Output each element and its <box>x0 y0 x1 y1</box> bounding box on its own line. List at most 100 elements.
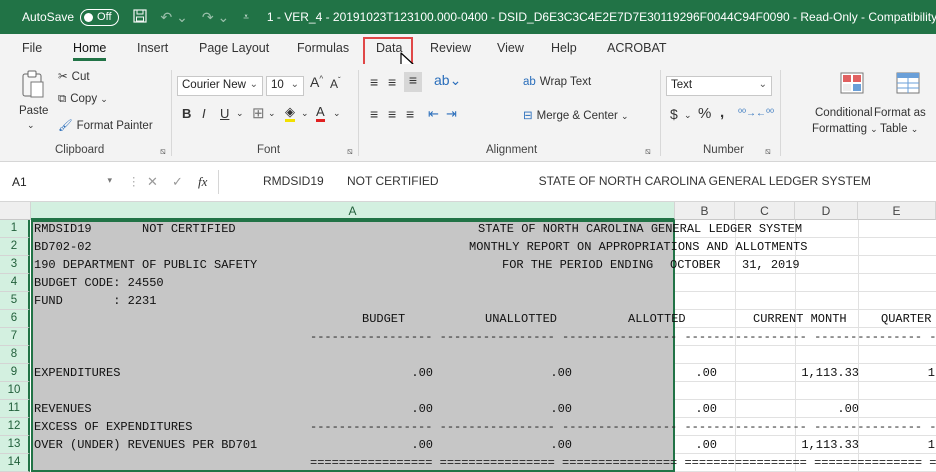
row-header[interactable]: 7 <box>0 328 30 346</box>
paste-dropdown-icon[interactable]: ⌄ <box>27 120 35 131</box>
cancel-entry-icon[interactable]: ✕ <box>147 174 158 190</box>
column-header-a[interactable]: A <box>31 202 675 220</box>
chevron-down-icon[interactable]: ⌄ <box>333 108 341 119</box>
wrap-text-button[interactable]: ab Wrap Text <box>523 76 591 88</box>
row-header[interactable]: 12 <box>0 418 30 436</box>
customize-toolbar-icon[interactable]: ⩡ <box>243 12 249 23</box>
font-launcher-icon[interactable]: ⧅ <box>347 146 353 157</box>
comma-style-icon[interactable]: , <box>720 104 724 121</box>
save-icon[interactable] <box>132 8 147 26</box>
row-header[interactable]: 13 <box>0 436 30 454</box>
undo-icon[interactable]: ↶ ⌄ <box>161 9 188 26</box>
name-box[interactable]: A1 ▾ <box>8 173 118 193</box>
tab-file[interactable]: File <box>22 41 42 55</box>
cell-a3[interactable]: 190 DEPARTMENT OF PUBLIC SAFETY <box>34 256 257 274</box>
format-as-table-icon[interactable] <box>896 72 920 97</box>
align-center-icon[interactable]: ≡ <box>388 106 396 122</box>
align-left-icon[interactable]: ≡ <box>370 106 378 122</box>
redo-icon[interactable]: ↷ ⌄ <box>202 9 229 26</box>
decrease-decimal-icon[interactable]: ←⁰⁰ <box>756 108 774 119</box>
row-header[interactable]: 10 <box>0 382 30 400</box>
tab-acrobat[interactable]: ACROBAT <box>607 41 667 55</box>
increase-decimal-icon[interactable]: ⁰⁰→ <box>738 108 756 119</box>
paste-icon[interactable] <box>20 70 46 103</box>
cell-a4[interactable]: BUDGET CODE: 24550 <box>34 274 164 292</box>
cell-a5[interactable]: FUND : 2231 <box>34 292 156 310</box>
tab-view[interactable]: View <box>497 41 524 55</box>
autosave-toggle[interactable]: Off <box>80 8 119 26</box>
conditional-formatting-icon[interactable] <box>840 72 864 97</box>
cell-a12[interactable]: EXCESS OF EXPENDITURES <box>34 418 192 436</box>
number-launcher-icon[interactable]: ⧅ <box>765 146 771 157</box>
row-header[interactable]: 4 <box>0 274 30 292</box>
cell-area[interactable]: RMDSID19 NOT CERTIFIED BD702-02 190 DEPART… <box>31 220 936 472</box>
cell-a9[interactable]: EXPENDITURES <box>34 364 120 382</box>
column-header-e[interactable]: E <box>858 202 936 220</box>
borders-icon[interactable]: ⊞ <box>252 104 265 122</box>
number-format-combo[interactable]: Text ⌄ <box>666 76 772 96</box>
italic-icon[interactable]: I <box>202 106 206 121</box>
tab-formulas[interactable]: Formulas <box>297 41 349 55</box>
row-header[interactable]: 8 <box>0 346 30 364</box>
conditional-formatting-label[interactable]: Formatting ⌄ <box>812 123 878 135</box>
chevron-down-icon[interactable]: ⌄ <box>301 108 309 119</box>
align-top-icon[interactable]: ≡ <box>370 74 378 90</box>
format-painter-button[interactable]: 🖌 Format Painter <box>58 118 153 132</box>
cell-a2[interactable]: BD702-02 <box>34 238 92 256</box>
font-name-combo[interactable]: Courier New ⌄ <box>177 76 263 96</box>
value-r9-e: 1 <box>927 366 935 380</box>
row-header[interactable]: 3 <box>0 256 30 274</box>
cell-a11[interactable]: REVENUES <box>34 400 92 418</box>
tab-insert[interactable]: Insert <box>137 41 168 55</box>
confirm-entry-icon[interactable]: ✓ <box>172 174 183 190</box>
formula-input[interactable]: RMDSID19 NOT CERTIFIED STATE OF NORTH CA… <box>263 174 871 188</box>
copy-button[interactable]: ⧉ Copy ⌄ <box>58 93 108 106</box>
underline-icon[interactable]: U <box>220 106 229 121</box>
align-right-icon[interactable]: ≡ <box>406 106 414 122</box>
clipboard-launcher-icon[interactable]: ⧅ <box>160 146 166 157</box>
column-header-c[interactable]: C <box>735 202 795 220</box>
cell-a13[interactable]: OVER (UNDER) REVENUES PER BD701 <box>34 436 257 454</box>
value-r11-d: .00 <box>837 402 859 416</box>
tab-review[interactable]: Review <box>430 41 471 55</box>
row-header[interactable]: 5 <box>0 292 30 310</box>
select-all-corner[interactable] <box>0 202 31 220</box>
insert-function-icon[interactable]: fx <box>198 174 207 190</box>
column-header-d[interactable]: D <box>795 202 858 220</box>
format-as-table-label[interactable]: Table ⌄ <box>880 123 918 135</box>
orientation-icon[interactable]: ab⌄ <box>434 72 461 89</box>
decrease-indent-icon[interactable]: ⇤ <box>428 106 439 122</box>
align-middle-icon[interactable]: ≡ <box>388 74 396 90</box>
conditional-formatting-button[interactable]: Conditional <box>815 107 873 119</box>
chevron-down-icon[interactable]: ⌄ <box>268 108 276 119</box>
font-color-icon[interactable]: A <box>316 104 325 122</box>
alignment-launcher-icon[interactable]: ⧅ <box>645 146 651 157</box>
merge-center-button[interactable]: ⊟ Merge & Center ⌄ <box>523 108 629 122</box>
fill-color-icon[interactable]: ◈ <box>285 104 295 122</box>
tab-page-layout[interactable]: Page Layout <box>199 41 269 55</box>
row-header[interactable]: 1 <box>0 220 30 238</box>
chevron-down-icon[interactable]: ⌄ <box>236 108 244 119</box>
tab-help[interactable]: Help <box>551 41 577 55</box>
format-as-table-button[interactable]: Format as <box>874 107 926 119</box>
bold-icon[interactable]: B <box>182 106 191 121</box>
row-header[interactable]: 11 <box>0 400 30 418</box>
decrease-font-icon[interactable]: Aˇ <box>330 76 341 91</box>
cell-a1[interactable]: RMDSID19 NOT CERTIFIED <box>34 220 236 238</box>
cut-button[interactable]: ✂ Cut <box>58 69 90 83</box>
font-size-combo[interactable]: 10 ⌄ <box>266 76 304 96</box>
row-header[interactable]: 2 <box>0 238 30 256</box>
percent-icon[interactable]: % <box>698 105 711 122</box>
copy-dropdown-icon: ⌄ <box>100 94 108 104</box>
align-bottom-icon[interactable]: ≡ <box>404 72 422 92</box>
currency-icon[interactable]: $ <box>670 106 678 122</box>
column-header-b[interactable]: B <box>675 202 735 220</box>
increase-font-icon[interactable]: A^ <box>310 74 323 90</box>
row-header[interactable]: 9 <box>0 364 30 382</box>
tab-home[interactable]: Home <box>73 41 107 61</box>
increase-indent-icon[interactable]: ⇥ <box>446 106 457 122</box>
row-header[interactable]: 6 <box>0 310 30 328</box>
chevron-down-icon[interactable]: ⌄ <box>684 110 692 121</box>
row-header[interactable]: 14 <box>0 454 30 472</box>
paste-button[interactable]: Paste <box>19 105 48 117</box>
